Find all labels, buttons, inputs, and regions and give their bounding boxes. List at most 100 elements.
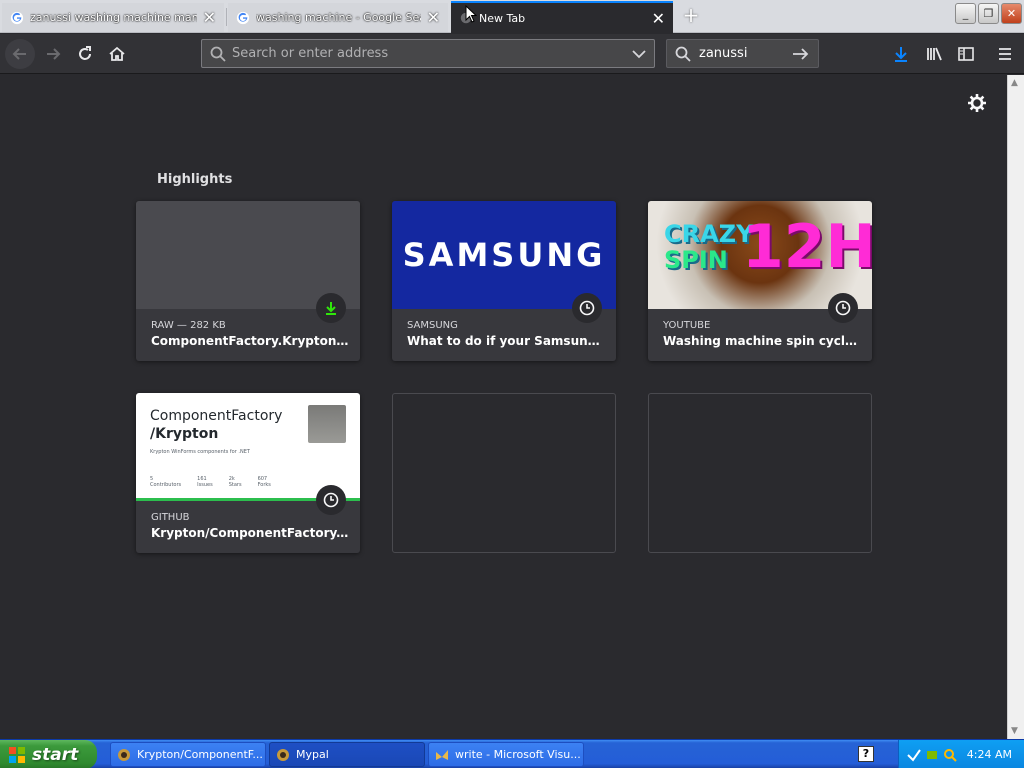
samsung-logo: SAMSUNG	[402, 236, 606, 274]
stat-contributors: 5 Contributors	[150, 476, 182, 488]
tray-search-icon[interactable]	[943, 748, 957, 762]
window-controls: _ ❐ ✕	[955, 3, 1024, 24]
google-favicon-icon	[10, 11, 24, 24]
thumb-big-text: 12H	[742, 212, 872, 282]
card-meta: RAW — 282 KB	[151, 320, 226, 331]
page-scrollbar[interactable]: ▲ ▼	[1007, 75, 1024, 739]
tab-title: New Tab	[479, 11, 526, 25]
thumb-line2: SPIN	[664, 246, 728, 274]
card-meta: SAMSUNG	[407, 320, 458, 331]
back-button[interactable]	[5, 39, 35, 69]
stat-forks: 607 Forks	[257, 476, 271, 488]
minimize-button[interactable]: _	[955, 3, 976, 24]
tab-strip: zanussi washing machine manual l ✕ washi…	[0, 0, 1024, 33]
system-tray: 4:24 AM	[898, 740, 1024, 768]
tray-network-icon[interactable]	[925, 748, 939, 762]
tab-title: washing machine - Google Search	[256, 11, 421, 24]
tab-zanussi-manual[interactable]: zanussi washing machine manual l ✕	[2, 3, 224, 32]
repo-name: ComponentFactory /Krypton	[150, 407, 282, 443]
search-bar[interactable]: zanussi	[666, 39, 819, 68]
sidebar-button[interactable]	[951, 39, 981, 69]
thumb-caption: CRAZY SPIN	[664, 221, 753, 273]
address-input[interactable]	[232, 46, 624, 61]
menu-button[interactable]	[990, 39, 1020, 69]
card-title: Washing machine spin cycle 12…	[663, 334, 863, 348]
close-tab-icon[interactable]: ✕	[652, 9, 665, 28]
start-button[interactable]: start	[0, 740, 97, 768]
system-clock: 4:24 AM	[966, 748, 1012, 761]
repo-title: /Krypton	[150, 426, 219, 442]
home-icon	[109, 46, 125, 61]
library-icon	[927, 47, 942, 61]
repo-stats: 5 Contributors 161 Issues 2k Stars 607 Forks	[150, 476, 271, 488]
start-label: start	[32, 744, 79, 765]
highlight-card[interactable]: SAMSUNG SAMSUNG What to do if your Samsu…	[392, 201, 616, 361]
thumb-line1: CRAZY	[664, 220, 754, 248]
stat-stars: 2k Stars	[228, 476, 242, 488]
search-icon	[210, 46, 226, 62]
empty-highlight-slot	[392, 393, 616, 553]
reload-button[interactable]	[70, 39, 100, 69]
tray-app-icon[interactable]	[907, 748, 921, 762]
taskbar-item-krypton[interactable]: Krypton/ComponentF...	[110, 742, 266, 767]
clock-icon	[579, 300, 595, 316]
tab-title: zanussi washing machine manual l	[30, 11, 197, 24]
go-arrow-icon[interactable]	[792, 46, 810, 62]
download-icon	[895, 47, 907, 62]
browser-app-icon	[277, 748, 289, 761]
card-title: ComponentFactory.Krypton.Wor…	[151, 334, 351, 348]
download-icon	[326, 302, 336, 315]
card-meta: GITHUB	[151, 512, 190, 523]
scroll-down-icon[interactable]: ▼	[1011, 726, 1018, 736]
card-title: What to do if your Samsung wa…	[407, 334, 607, 348]
stat-issues: 161 Issues	[197, 476, 213, 488]
home-button[interactable]	[102, 39, 132, 69]
reload-icon	[79, 46, 91, 60]
downloads-button[interactable]	[886, 39, 916, 69]
highlight-card[interactable]: ComponentFactory /Krypton Krypton WinFor…	[136, 393, 360, 553]
windows-logo-icon	[9, 746, 25, 763]
empty-highlight-slot	[648, 393, 872, 553]
card-meta: YOUTUBE	[663, 320, 711, 331]
card-badge	[316, 293, 346, 323]
taskbar-item-mypal[interactable]: Mypal	[269, 742, 425, 767]
navigation-toolbar: zanussi	[0, 34, 1024, 74]
search-value: zanussi	[699, 46, 748, 61]
browser-app-icon	[118, 748, 130, 761]
windows-taskbar: start Krypton/ComponentF... Mypal write …	[0, 739, 1024, 768]
help-icon[interactable]: ?	[858, 746, 874, 762]
clock-icon	[323, 492, 339, 508]
new-tab-button[interactable]: +	[680, 5, 702, 27]
repo-description: Krypton WinForms components for .NET	[150, 449, 250, 455]
taskbar-item-label: Krypton/ComponentF...	[137, 748, 263, 761]
restore-button[interactable]: ❐	[978, 3, 999, 24]
avatar	[308, 405, 346, 443]
forward-button[interactable]	[38, 39, 68, 69]
card-badge	[828, 293, 858, 323]
tab-google-search[interactable]: washing machine - Google Search ✕	[228, 3, 448, 32]
sidebar-icon	[958, 47, 974, 61]
highlight-card[interactable]: RAW — 282 KB ComponentFactory.Krypton.Wo…	[136, 201, 360, 361]
address-bar[interactable]	[201, 39, 655, 68]
chevron-down-icon[interactable]	[624, 46, 654, 62]
visual-studio-icon	[436, 749, 448, 760]
taskbar-item-label: write - Microsoft Visu...	[455, 748, 581, 761]
close-tab-icon[interactable]: ✕	[427, 8, 440, 27]
highlight-card[interactable]: CRAZY SPIN 12H YOUTUBE Washing machine s…	[648, 201, 872, 361]
google-favicon-icon	[236, 11, 250, 24]
gear-icon[interactable]	[967, 93, 987, 113]
back-arrow-icon	[12, 48, 26, 60]
library-button[interactable]	[919, 39, 949, 69]
forward-arrow-icon	[47, 48, 61, 60]
taskbar-item-label: Mypal	[296, 748, 329, 761]
tab-new-tab[interactable]: New Tab ✕	[451, 1, 673, 33]
tab-separator	[226, 8, 227, 26]
mouse-cursor-icon	[465, 5, 477, 23]
card-title: Krypton/ComponentFactory.Kry…	[151, 526, 351, 540]
close-window-button[interactable]: ✕	[1001, 3, 1022, 24]
scroll-up-icon[interactable]: ▲	[1011, 78, 1018, 88]
hamburger-menu-icon	[999, 48, 1011, 60]
clock-icon	[835, 300, 851, 316]
taskbar-item-visual-studio[interactable]: write - Microsoft Visu...	[428, 742, 584, 767]
close-tab-icon[interactable]: ✕	[203, 8, 216, 27]
